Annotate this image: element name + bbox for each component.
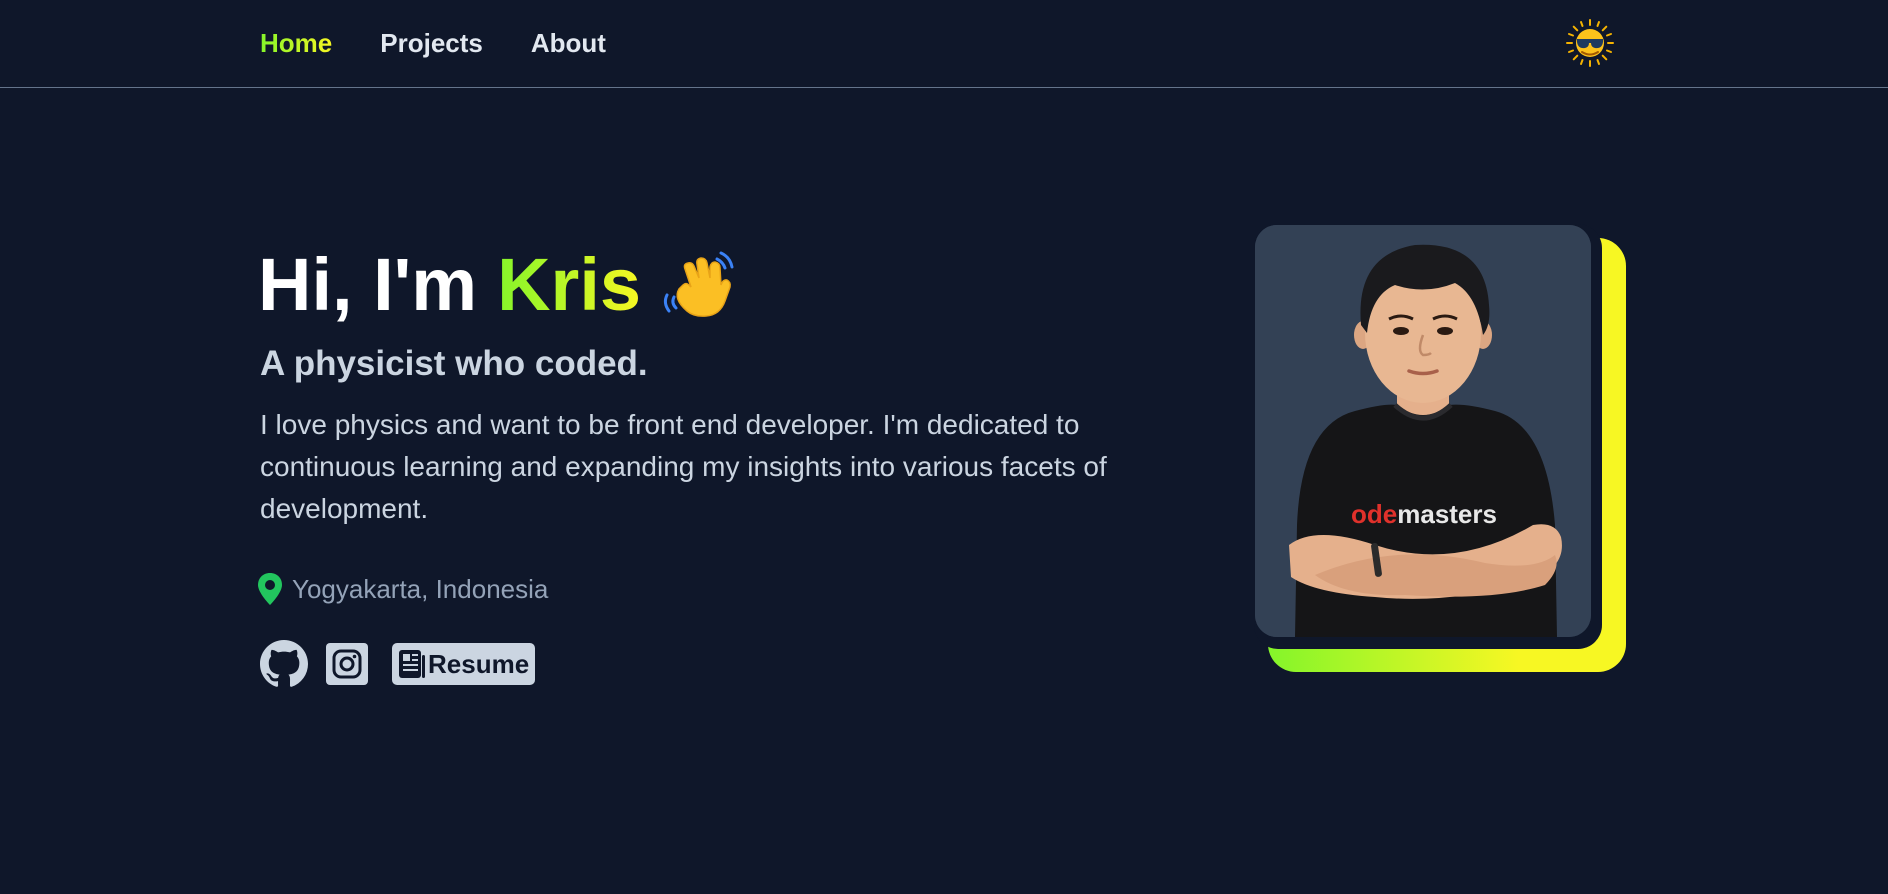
- social-links: Resume: [260, 640, 536, 688]
- location-text: Yogyakarta, Indonesia: [292, 574, 549, 604]
- hero-name: Kris: [497, 240, 641, 330]
- shirt-text-red: ode: [1351, 499, 1397, 529]
- hero-heading: Hi, I'm Kris: [258, 240, 743, 330]
- waving-hand-icon: [663, 251, 734, 317]
- theme-toggle-button[interactable]: [1566, 19, 1614, 67]
- resume-label: Resume: [428, 648, 530, 679]
- nav-link-about[interactable]: About: [531, 28, 606, 58]
- profile-photo: odemasters: [1255, 225, 1591, 637]
- resume-button[interactable]: Resume: [392, 643, 536, 685]
- instagram-icon: [332, 649, 362, 679]
- top-navbar: Home Projects About: [0, 0, 1888, 88]
- portfolio-page: Home Projects About Hi, I'm Kris A physi…: [0, 0, 1888, 894]
- nav-link-projects[interactable]: Projects: [380, 28, 483, 58]
- github-icon: [260, 640, 308, 687]
- github-link[interactable]: [260, 640, 308, 688]
- newspaper-icon: [399, 650, 425, 678]
- svg-text:odemasters: odemasters: [1351, 499, 1497, 529]
- sun-with-sunglasses-icon: [1566, 19, 1614, 67]
- nav-link-home[interactable]: Home: [260, 28, 332, 58]
- location: Yogyakarta, Indonesia: [258, 572, 548, 606]
- nav-links: Home Projects About: [260, 28, 606, 58]
- hero-subtitle: A physicist who coded.: [260, 344, 648, 383]
- shirt-text-white: masters: [1397, 499, 1497, 529]
- hero-greeting: Hi, I'm: [258, 243, 478, 326]
- hero-description: I love physics and want to be front end …: [260, 409, 1107, 524]
- instagram-link[interactable]: [326, 643, 368, 685]
- profile-photo-illustration: odemasters: [1255, 225, 1591, 637]
- map-pin-icon: [258, 573, 282, 605]
